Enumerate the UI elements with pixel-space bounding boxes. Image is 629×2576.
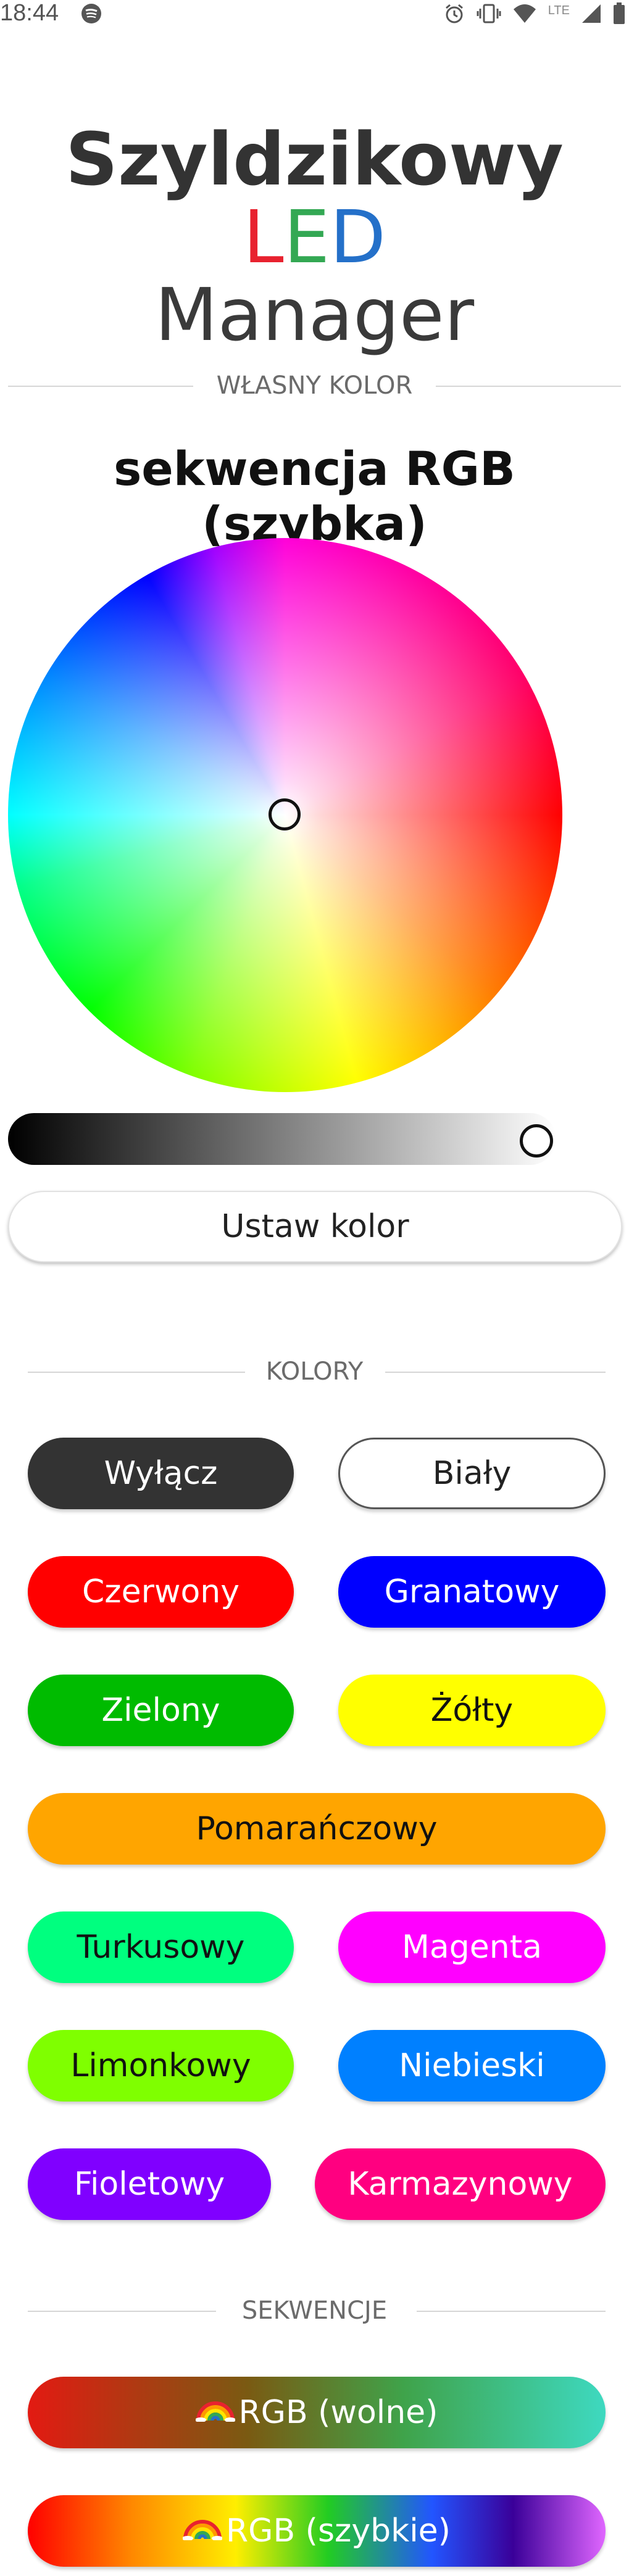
rainbow-icon bbox=[182, 2494, 223, 2566]
network-type: LTE bbox=[548, 3, 570, 17]
title-led-e: E bbox=[283, 194, 330, 280]
app-title: Szyldzikowy LED Manager bbox=[0, 120, 629, 354]
section-header-custom-color: WŁASNY KOLOR bbox=[0, 370, 629, 401]
color-button-turquoise[interactable]: Turkusowy bbox=[28, 1911, 294, 1983]
color-button-magenta[interactable]: Magenta bbox=[338, 1911, 606, 1983]
current-mode-label: sekwencja RGB (szybka) bbox=[114, 441, 515, 551]
title-led-d: D bbox=[330, 194, 386, 280]
color-button-navy[interactable]: Granatowy bbox=[338, 1556, 606, 1628]
section-label: SEKWENCJE bbox=[224, 2296, 405, 2325]
section-header-colors: KOLORY bbox=[0, 1356, 629, 1387]
color-button-lime[interactable]: Limonkowy bbox=[28, 2030, 294, 2102]
signal-icon bbox=[581, 3, 602, 24]
sequence-label: RGB (wolne) bbox=[238, 2394, 438, 2431]
section-label: WŁASNY KOLOR bbox=[199, 371, 430, 400]
color-button-green[interactable]: Zielony bbox=[28, 1675, 294, 1746]
spotify-icon bbox=[80, 2, 102, 25]
sequence-button-rgb-slow[interactable]: RGB (wolne) bbox=[28, 2377, 606, 2448]
wifi-icon bbox=[512, 3, 537, 24]
title-led-l: L bbox=[243, 194, 284, 280]
brightness-slider-handle[interactable] bbox=[520, 1124, 553, 1158]
section-label: KOLORY bbox=[248, 1357, 381, 1386]
sequence-button-rgb-fast[interactable]: RGB (szybkie) bbox=[28, 2495, 606, 2567]
set-color-button[interactable]: Ustaw kolor bbox=[8, 1191, 622, 1262]
color-wheel-handle[interactable] bbox=[269, 798, 301, 830]
brightness-slider[interactable] bbox=[8, 1113, 556, 1165]
color-button-off[interactable]: Wyłącz bbox=[28, 1438, 294, 1509]
color-button-yellow[interactable]: Żółty bbox=[338, 1675, 606, 1746]
color-button-crimson[interactable]: Karmazynowy bbox=[315, 2148, 606, 2220]
sequence-label: RGB (szybkie) bbox=[226, 2512, 451, 2549]
color-button-violet[interactable]: Fioletowy bbox=[28, 2148, 271, 2220]
color-button-white[interactable]: Biały bbox=[338, 1438, 606, 1509]
battery-icon bbox=[613, 2, 625, 25]
color-button-blue[interactable]: Niebieski bbox=[338, 2030, 606, 2102]
title-subtitle: Manager bbox=[154, 272, 475, 357]
status-time: 18:44 bbox=[0, 0, 59, 26]
section-header-sequences: SEKWENCJE bbox=[0, 2295, 629, 2326]
alarm-icon bbox=[443, 2, 465, 25]
rainbow-icon bbox=[194, 2375, 236, 2447]
status-bar: 18:44 LTE bbox=[0, 0, 629, 26]
color-button-orange[interactable]: Pomarańczowy bbox=[28, 1793, 606, 1865]
vibrate-icon bbox=[477, 2, 501, 25]
color-button-red[interactable]: Czerwony bbox=[28, 1556, 294, 1628]
title-text: Szyldzikowy bbox=[65, 117, 564, 202]
